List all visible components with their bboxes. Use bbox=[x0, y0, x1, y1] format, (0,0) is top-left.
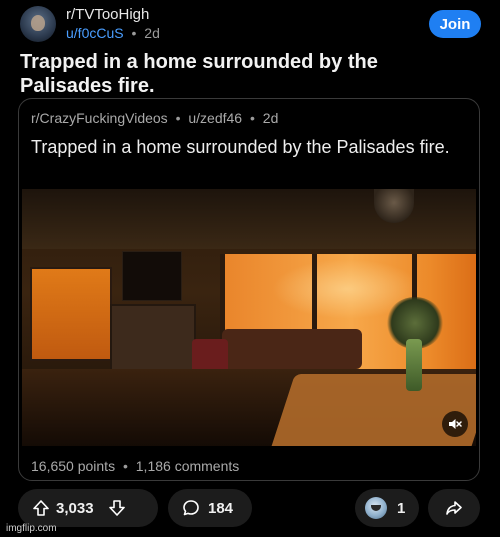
award-count: 1 bbox=[397, 499, 406, 517]
action-bar: 3,033 184 1 bbox=[0, 489, 500, 529]
downvote-button[interactable] bbox=[108, 499, 126, 517]
video-tv bbox=[122, 251, 182, 301]
mute-button[interactable] bbox=[442, 411, 468, 437]
video-vase bbox=[406, 339, 422, 391]
crosspost-stats: 16,650 points • 1,186 comments bbox=[31, 458, 239, 474]
share-button[interactable] bbox=[428, 489, 480, 527]
mute-icon bbox=[449, 419, 462, 429]
award-button[interactable]: 1 bbox=[355, 489, 419, 527]
downvote-icon bbox=[108, 500, 125, 516]
comments-count[interactable]: 1,186 comments bbox=[136, 458, 240, 474]
upvote-button[interactable]: 3,033 bbox=[18, 499, 94, 517]
meta-separator: • bbox=[122, 458, 128, 474]
crosspost-title[interactable]: Trapped in a home surrounded by the Pali… bbox=[31, 136, 461, 159]
share-icon bbox=[446, 501, 462, 515]
post-meta: u/f0cCuS • 2d bbox=[66, 25, 160, 41]
watermark: imgflip.com bbox=[6, 523, 57, 534]
post-age: 2d bbox=[144, 25, 160, 41]
upvote-count: 3,033 bbox=[56, 499, 94, 517]
crosspost-meta: r/CrazyFuckingVideos • u/zedf46 • 2d bbox=[31, 110, 278, 126]
comment-icon bbox=[183, 500, 199, 516]
vote-control: 3,033 bbox=[18, 489, 158, 527]
crosspost-username[interactable]: u/zedf46 bbox=[188, 110, 242, 126]
crosspost-card[interactable]: r/CrazyFuckingVideos • u/zedf46 • 2d Tra… bbox=[18, 98, 480, 481]
meta-separator: • bbox=[249, 110, 255, 126]
crosspost-subreddit[interactable]: r/CrazyFuckingVideos bbox=[31, 110, 168, 126]
join-button[interactable]: Join bbox=[429, 10, 481, 38]
video-table bbox=[269, 374, 476, 446]
crosspost-age: 2d bbox=[262, 110, 279, 126]
comment-count: 184 bbox=[208, 499, 234, 517]
award-icon bbox=[365, 497, 387, 519]
subreddit-name[interactable]: r/TVTooHigh bbox=[66, 6, 149, 23]
avatar[interactable] bbox=[20, 6, 56, 42]
meta-separator: • bbox=[175, 110, 181, 126]
meta-separator: • bbox=[131, 25, 137, 41]
points-count: 16,650 points bbox=[31, 458, 116, 474]
post-title[interactable]: Trapped in a home surrounded by the Pali… bbox=[20, 50, 460, 98]
upvote-icon bbox=[33, 500, 49, 516]
video-player[interactable] bbox=[22, 189, 476, 446]
video-sofa bbox=[222, 329, 362, 369]
video-window-left bbox=[30, 267, 112, 361]
username-link[interactable]: u/f0cCuS bbox=[66, 25, 124, 41]
comment-button[interactable]: 184 bbox=[168, 489, 252, 527]
